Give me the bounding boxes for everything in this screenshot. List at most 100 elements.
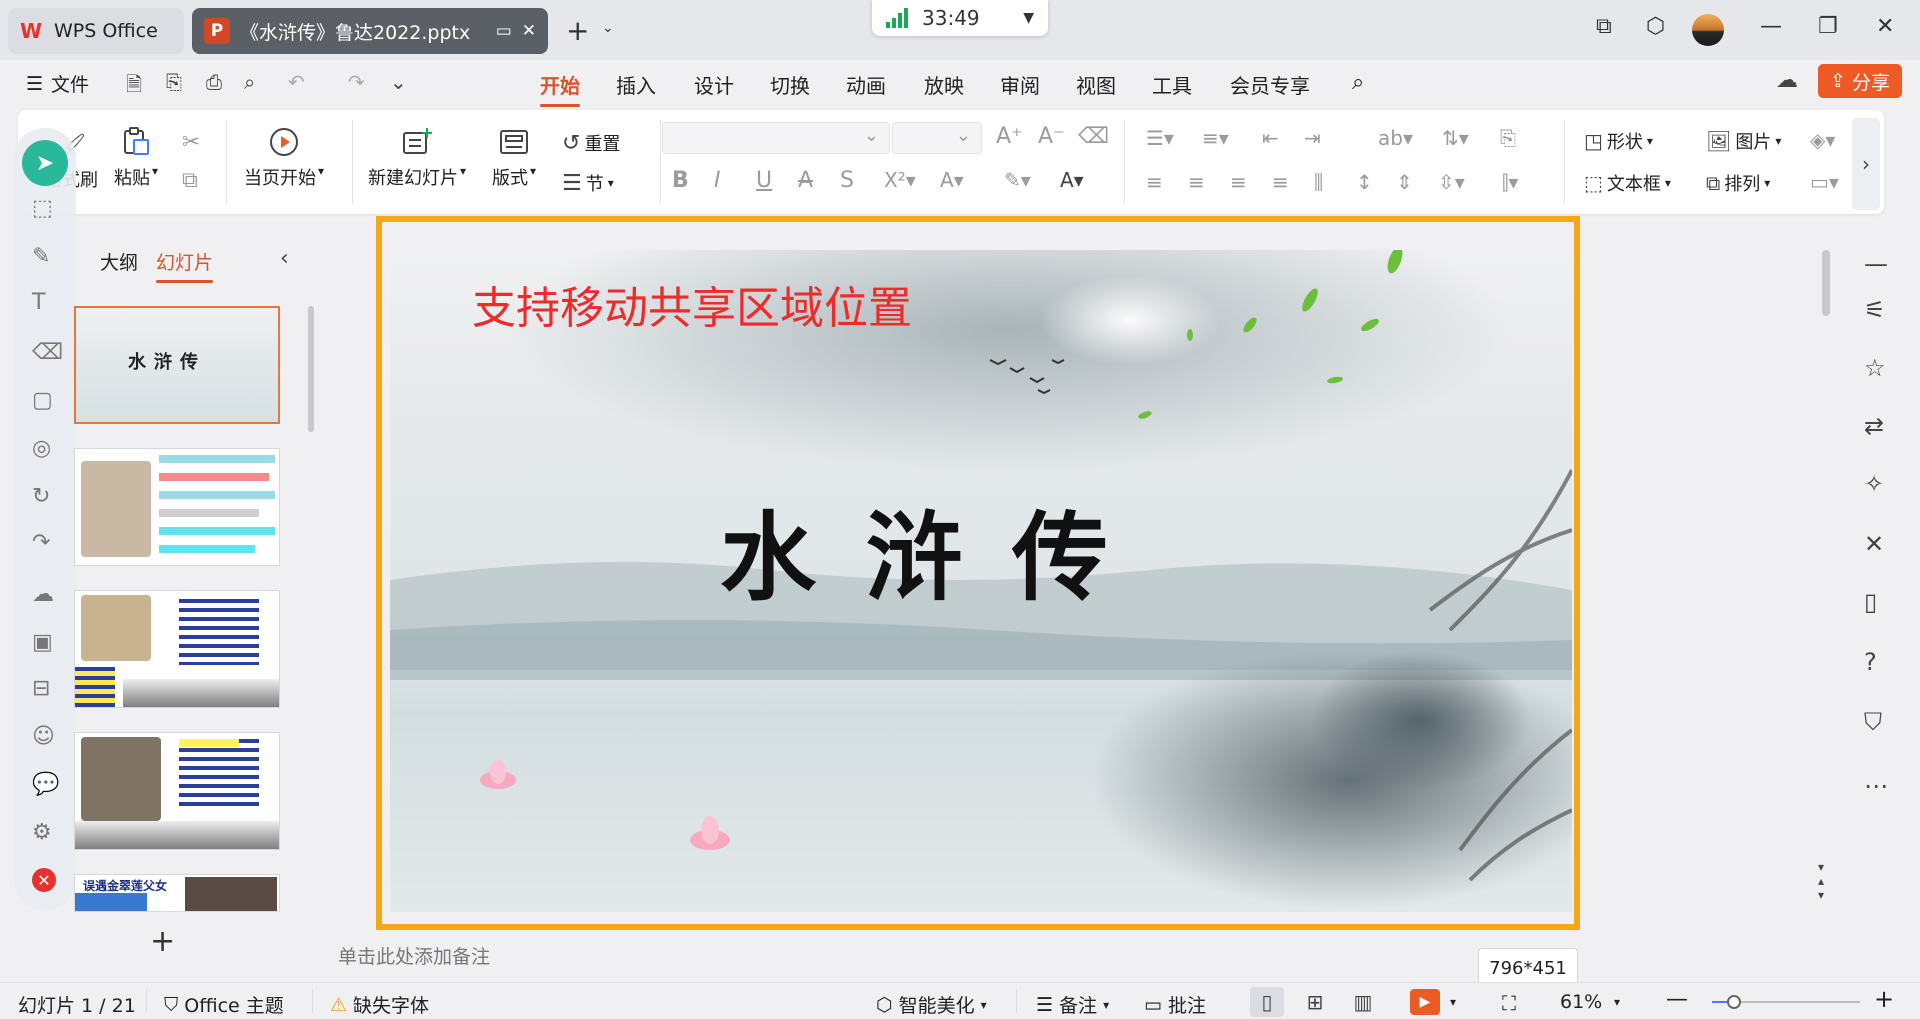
cloud-sync-icon[interactable]: ☁ bbox=[1776, 68, 1798, 93]
select-region-icon[interactable]: ⬚ bbox=[32, 196, 53, 221]
distribute-icon[interactable]: ⫼ bbox=[1314, 170, 1323, 194]
close-window-button[interactable]: ✕ bbox=[1876, 14, 1894, 39]
increase-indent-icon[interactable]: ⇥ bbox=[1304, 126, 1321, 150]
redo-icon[interactable]: ↷ bbox=[348, 70, 365, 94]
highlight-icon[interactable]: ✎▾ bbox=[1004, 168, 1031, 192]
cloud-icon[interactable]: ☁ bbox=[32, 582, 54, 607]
settings-icon[interactable]: ⚙ bbox=[32, 820, 52, 845]
window-switch-icon[interactable]: ⧉ bbox=[1596, 14, 1612, 39]
picture-button[interactable]: 🖼 图片 ▾ bbox=[1706, 128, 1781, 154]
image-tool-icon[interactable]: ▣ bbox=[32, 630, 53, 655]
sort-icon[interactable]: ⇅▾ bbox=[1442, 126, 1469, 150]
editor-scrollbar[interactable] bbox=[1822, 250, 1830, 316]
missing-font-button[interactable]: ⚠ 缺失字体 bbox=[330, 991, 429, 1018]
vertical-align-icon[interactable]: ⇳▾ bbox=[1438, 170, 1465, 194]
star-icon[interactable]: ☆ bbox=[1864, 354, 1886, 382]
tab-wps-home[interactable]: W WPS Office bbox=[8, 8, 184, 54]
close-toolbar-button[interactable]: ✕ bbox=[32, 868, 56, 892]
slide-title-text[interactable]: 水浒传 bbox=[720, 480, 1158, 619]
eraser-icon[interactable]: ⌫ bbox=[32, 340, 63, 365]
fill-icon[interactable]: ◈▾ bbox=[1810, 128, 1835, 152]
tab-slideshow[interactable]: 放映 bbox=[924, 70, 964, 99]
properties-icon[interactable]: ⚟ bbox=[1864, 296, 1886, 324]
quick-access-dropdown-icon[interactable]: ⌄ bbox=[390, 70, 407, 94]
refresh-icon[interactable]: ↻ bbox=[32, 484, 50, 509]
print-preview-icon[interactable]: ⌕ bbox=[244, 70, 255, 94]
zoom-slider-handle[interactable] bbox=[1727, 995, 1742, 1009]
tools-icon[interactable]: ✕ bbox=[1864, 530, 1884, 558]
print-icon[interactable]: ⎙ bbox=[206, 70, 222, 94]
window-mode-icon[interactable]: ▭ bbox=[496, 21, 512, 41]
zoom-level[interactable]: 61% bbox=[1560, 991, 1602, 1013]
tab-document[interactable]: P 《水浒传》鲁达2022.pptx ▭ ✕ bbox=[192, 8, 548, 54]
slide-thumbnail-3[interactable] bbox=[74, 590, 280, 708]
reading-view-button[interactable]: ▥ bbox=[1346, 987, 1380, 1017]
align-right-icon[interactable]: ≡ bbox=[1230, 170, 1247, 194]
slideshow-dropdown-icon[interactable]: ▾ bbox=[1450, 995, 1456, 1009]
tab-insert[interactable]: 插入 bbox=[616, 70, 656, 99]
font-color-icon[interactable]: A▾ bbox=[940, 168, 964, 192]
recording-timer[interactable]: 33:49 ▼ bbox=[872, 0, 1048, 36]
avatar[interactable] bbox=[1692, 14, 1724, 46]
paragraph-spacing-icon[interactable]: ⇕ bbox=[1396, 170, 1413, 194]
column-icon[interactable]: ⫿▾ bbox=[1502, 170, 1518, 194]
convert-icon[interactable]: ⎘ bbox=[1500, 126, 1516, 150]
comment-button[interactable]: ▭ 批注 bbox=[1144, 991, 1206, 1018]
zoom-dropdown-icon[interactable]: ▾ bbox=[1614, 995, 1620, 1009]
new-tab-button[interactable]: + bbox=[566, 14, 589, 47]
outline-icon[interactable]: ▭▾ bbox=[1810, 170, 1839, 194]
slide-thumbnail-1[interactable]: 水浒传 bbox=[74, 306, 280, 424]
line-spacing-icon[interactable]: ↕ bbox=[1356, 170, 1373, 194]
new-slide-button[interactable]: 新建幻灯片 ▾ bbox=[368, 126, 466, 190]
shadow-icon[interactable]: S bbox=[840, 168, 854, 193]
clear-format-icon[interactable]: ⌫ bbox=[1078, 124, 1109, 149]
slide-canvas[interactable]: 支持移动共享区域位置 水浒传 bbox=[390, 250, 1572, 912]
slide-sorter-button[interactable]: ⊞ bbox=[1298, 987, 1332, 1017]
slide-thumbnail-4[interactable] bbox=[74, 732, 280, 850]
tab-view[interactable]: 视图 bbox=[1076, 70, 1116, 99]
arrange-button[interactable]: ⧉ 排列 ▾ bbox=[1706, 170, 1770, 196]
align-left-icon[interactable]: ≡ bbox=[1146, 170, 1163, 194]
decrease-indent-icon[interactable]: ⇤ bbox=[1262, 126, 1279, 150]
tab-outline[interactable]: 大纲 bbox=[100, 248, 138, 275]
panel-scrollbar[interactable] bbox=[308, 306, 314, 432]
restore-button[interactable]: ❐ bbox=[1818, 14, 1838, 39]
minimize-button[interactable]: — bbox=[1760, 14, 1782, 39]
pen-icon[interactable]: ✎ bbox=[32, 244, 50, 269]
page-nav-arrows[interactable]: ▾ ▴ ▾ bbox=[1818, 860, 1824, 902]
file-menu[interactable]: ☰ 文件 bbox=[26, 70, 89, 97]
tab-animation[interactable]: 动画 bbox=[846, 70, 886, 99]
book-icon[interactable]: ▯ bbox=[1864, 588, 1877, 616]
more-icon[interactable]: ⋯ bbox=[1864, 772, 1888, 800]
align-center-icon[interactable]: ≡ bbox=[1188, 170, 1205, 194]
numbered-list-icon[interactable]: ≡▾ bbox=[1202, 126, 1229, 150]
fit-window-icon[interactable]: ⛶ bbox=[1502, 991, 1516, 1015]
italic-icon[interactable]: I bbox=[714, 168, 721, 193]
decrease-font-icon[interactable]: A⁻ bbox=[1038, 124, 1065, 149]
shape-button[interactable]: ◳ 形状 ▾ bbox=[1584, 128, 1653, 154]
tab-transition[interactable]: 切换 bbox=[770, 70, 810, 99]
strikethrough-icon[interactable]: A bbox=[798, 168, 813, 193]
pointer-tool-button[interactable]: ➤ bbox=[22, 140, 68, 186]
tab-review[interactable]: 审阅 bbox=[1000, 70, 1040, 99]
ai-icon[interactable]: ✧ bbox=[1864, 470, 1884, 498]
person-icon[interactable]: ☺ bbox=[32, 724, 55, 749]
reset-button[interactable]: ↺ 重置 bbox=[562, 130, 620, 156]
collapse-rail-icon[interactable]: — bbox=[1864, 250, 1888, 278]
ribbon-expand-button[interactable]: › bbox=[1852, 118, 1880, 210]
help-icon[interactable]: ? bbox=[1864, 648, 1877, 676]
justify-icon[interactable]: ≡ bbox=[1272, 170, 1289, 194]
chat-icon[interactable]: 💬 bbox=[32, 772, 59, 797]
close-tab-icon[interactable]: ✕ bbox=[522, 21, 536, 41]
cut-icon[interactable]: ✂ bbox=[182, 130, 200, 155]
zoom-in-button[interactable]: + bbox=[1874, 985, 1894, 1013]
toolbox-icon[interactable]: ⊟ bbox=[32, 676, 50, 701]
switch-icon[interactable]: ⇄ bbox=[1864, 412, 1884, 440]
share-button[interactable]: ⇪ 分享 bbox=[1818, 64, 1902, 98]
normal-view-button[interactable]: ▯ bbox=[1250, 987, 1284, 1017]
add-slide-button[interactable]: + bbox=[150, 924, 175, 959]
zoom-out-button[interactable]: — bbox=[1666, 987, 1688, 1012]
play-from-current-button[interactable]: 当页开始 ▾ bbox=[244, 126, 324, 190]
text-tool-icon[interactable]: T bbox=[32, 290, 45, 315]
tab-design[interactable]: 设计 bbox=[694, 70, 734, 99]
